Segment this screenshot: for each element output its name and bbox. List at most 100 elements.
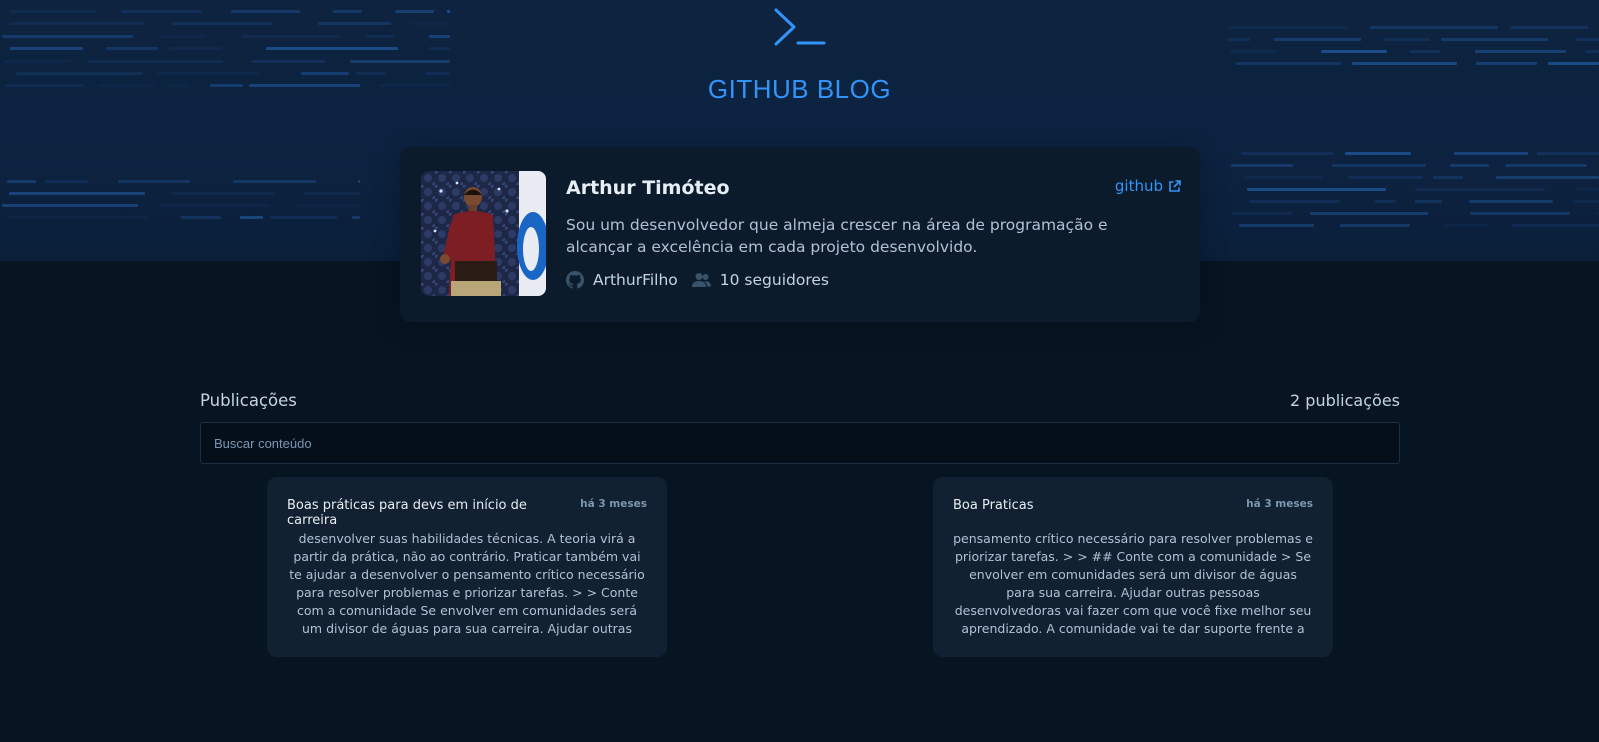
- decorative-streak: [106, 47, 158, 50]
- decorative-streak: [1476, 62, 1537, 65]
- decorative-streak: [1575, 38, 1599, 41]
- decorative-streak: [1415, 188, 1545, 191]
- decorative-streak: [159, 204, 270, 207]
- decorative-streak: [117, 180, 191, 183]
- profile-meta: ArthurFilho 10 seguidores: [566, 271, 843, 289]
- decorative-streak: [1469, 212, 1571, 215]
- decorative-streak: [1510, 26, 1589, 29]
- profile-username: ArthurFilho: [566, 271, 678, 289]
- publications-count: 2 publicações: [1290, 391, 1400, 410]
- page-title: GITHUB BLOG: [707, 74, 892, 104]
- decorative-streak: [429, 47, 450, 50]
- decorative-streak: [157, 35, 206, 38]
- decorative-streak: [1243, 176, 1323, 179]
- decorative-streak: [1370, 26, 1498, 29]
- decorative-streak: [1226, 38, 1250, 41]
- users-icon: [691, 272, 711, 288]
- decorative-streak: [252, 60, 326, 63]
- decorative-streak: [1547, 62, 1599, 65]
- decorative-streak: [1231, 164, 1294, 167]
- decorative-streak: [9, 216, 149, 219]
- decorative-streak: [270, 216, 337, 219]
- decorative-streak: [1274, 38, 1361, 41]
- decorative-streak: [9, 192, 146, 195]
- decorative-streak: [1235, 62, 1341, 65]
- decorative-streak: [4, 60, 72, 63]
- decorative-streak: [120, 10, 202, 13]
- decorative-streak: [1572, 200, 1599, 203]
- decorative-streak: [1469, 200, 1553, 203]
- post-date: há 3 meses: [580, 498, 647, 510]
- decorative-streak: [394, 10, 434, 13]
- decorative-streak: [181, 216, 222, 219]
- decorative-streak: [1246, 188, 1387, 191]
- decorative-streak: [88, 60, 223, 63]
- decorative-streak: [1374, 200, 1397, 203]
- decorative-streak: [1248, 200, 1341, 203]
- decorative-streak: [1443, 224, 1488, 227]
- profile-card: Arthur Timóteo github Sou um desenvolved…: [400, 147, 1200, 322]
- decorative-streak: [1440, 38, 1549, 41]
- github-icon: [566, 271, 584, 289]
- post-card[interactable]: Boas práticas para devs em início de car…: [267, 477, 667, 657]
- decorative-streak: [364, 35, 396, 38]
- username-text: ArthurFilho: [593, 271, 678, 289]
- decorative-streak: [242, 35, 341, 38]
- decorative-streak: [1352, 62, 1458, 65]
- decorative-streak: [171, 22, 273, 25]
- decorative-streak: [45, 180, 88, 183]
- decorative-streak: [428, 35, 450, 38]
- decorative-streak: [1415, 200, 1443, 203]
- post-date: há 3 meses: [1246, 498, 1313, 510]
- decorative-streak: [1, 35, 133, 38]
- github-link[interactable]: github: [1115, 177, 1181, 195]
- terminal-icon: [774, 8, 826, 46]
- decorative-streak: [1347, 176, 1423, 179]
- decorative-streak: [1512, 224, 1599, 227]
- decorative-streak: [1432, 176, 1464, 179]
- followers-text: 10 seguidores: [719, 271, 829, 289]
- decorative-streak: [317, 22, 392, 25]
- profile-bio: Sou um desenvolvedor que almeja crescer …: [566, 216, 1108, 256]
- decorative-streak: [410, 22, 449, 25]
- decorative-streak: [357, 180, 360, 183]
- decorative-streak: [1595, 212, 1599, 215]
- decorative-streak: [171, 192, 276, 195]
- decorative-streak: [1409, 50, 1441, 53]
- decorative-streak: [9, 10, 98, 13]
- decorative-streak: [293, 204, 360, 207]
- post-excerpt: pensamento crítico necessário para resol…: [953, 531, 1313, 636]
- decorative-streak: [266, 47, 398, 50]
- decorative-streak: [446, 10, 450, 13]
- decorative-streak: [1453, 152, 1528, 155]
- decorative-streak: [240, 216, 263, 219]
- decorative-streak: [1575, 188, 1599, 191]
- decorative-streak: [8, 22, 144, 25]
- decorative-streak: [1321, 50, 1388, 53]
- decorative-streak: [1240, 152, 1334, 155]
- decorative-streak: [1345, 152, 1411, 155]
- decorative-streak: [332, 10, 362, 13]
- post-card[interactable]: Boa Praticas há 3 meses pensamento críti…: [933, 477, 1333, 657]
- publications-heading: Publicações: [200, 391, 297, 410]
- decorative-streak: [303, 192, 360, 195]
- decorative-streak: [1238, 224, 1314, 227]
- profile-name: Arthur Timóteo: [566, 177, 730, 199]
- github-link-label: github: [1114, 177, 1163, 195]
- decorative-streak: [352, 216, 360, 219]
- decorative-streak: [1504, 164, 1588, 167]
- decorative-streak: [1475, 50, 1566, 53]
- post-excerpt: desenvolver suas habilidades técnicas. A…: [289, 531, 645, 636]
- decorative-streak: [1585, 50, 1599, 53]
- decorative-streak: [1227, 26, 1348, 29]
- decorative-streak: [1339, 224, 1411, 227]
- decorative-streak: [1537, 152, 1599, 155]
- decorative-streak: [349, 60, 450, 63]
- decorative-streak: [9, 47, 83, 50]
- search-input[interactable]: [200, 422, 1400, 464]
- decorative-streak: [1331, 164, 1426, 167]
- profile-followers: 10 seguidores: [691, 271, 829, 289]
- decorative-streak: [231, 10, 301, 13]
- decorative-streak: [1496, 176, 1599, 179]
- post-title: Boa Praticas: [953, 498, 1034, 513]
